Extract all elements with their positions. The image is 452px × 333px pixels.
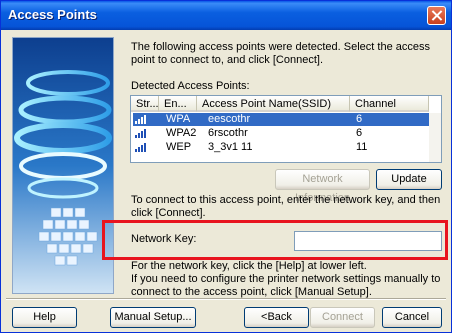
update-button[interactable]: Update xyxy=(376,169,442,190)
detected-access-points-label: Detected Access Points: xyxy=(131,80,250,92)
help-button[interactable]: Help xyxy=(12,307,77,328)
help-instructions: For the network key, click the [Help] at… xyxy=(131,260,441,298)
list-row-2[interactable]: WEP 3_3v1 11 11 xyxy=(133,141,429,154)
row-ssid: 6rscothr xyxy=(208,127,248,139)
row-channel: 6 xyxy=(356,113,363,125)
intro-text: The following access points were detecte… xyxy=(131,41,430,66)
list-scroll-area xyxy=(429,113,441,162)
cancel-button[interactable]: Cancel xyxy=(382,307,442,328)
signal-strength-icon xyxy=(135,143,146,152)
list-row-1[interactable]: WPA2 6rscothr 6 xyxy=(133,127,429,140)
connect-instructions: To connect to this access point, enter t… xyxy=(131,194,441,219)
column-header-strength[interactable]: Str... xyxy=(131,96,159,112)
access-point-list[interactable]: Str... En... Access Point Name(SSID) Cha… xyxy=(130,95,442,163)
manual-setup-button[interactable]: Manual Setup... xyxy=(110,307,196,328)
row-ssid: eescothr xyxy=(208,113,251,125)
row-channel: 6 xyxy=(356,127,363,139)
list-header: Str... En... Access Point Name(SSID) Cha… xyxy=(131,96,441,113)
close-button[interactable] xyxy=(427,6,446,25)
row-ssid: 3_3v1 11 xyxy=(208,141,253,153)
network-key-label: Network Key: xyxy=(131,233,197,245)
footer-separator xyxy=(6,298,446,300)
column-header-ssid[interactable]: Access Point Name(SSID) xyxy=(197,96,350,112)
signal-strength-icon xyxy=(135,129,146,138)
wireless-illustration xyxy=(12,37,114,294)
connect-button[interactable]: Connect xyxy=(310,307,375,328)
back-button[interactable]: <Back xyxy=(244,307,309,328)
row-encryption: WPA2 xyxy=(166,127,197,139)
row-channel: 11 xyxy=(356,141,368,153)
list-row-0[interactable]: WPA eescothr 6 xyxy=(133,113,429,126)
access-points-dialog: Access Points The following access point… xyxy=(0,0,452,333)
column-header-channel[interactable]: Channel xyxy=(350,96,429,112)
column-header-encryption[interactable]: En... xyxy=(159,96,197,112)
window-title: Access Points xyxy=(8,7,97,22)
network-key-input[interactable] xyxy=(294,231,442,251)
signal-strength-icon xyxy=(135,115,146,124)
row-encryption: WPA xyxy=(166,113,191,125)
row-encryption: WEP xyxy=(166,141,192,153)
title-bar[interactable]: Access Points xyxy=(1,1,451,30)
network-information-button[interactable]: Network Information xyxy=(275,169,370,204)
